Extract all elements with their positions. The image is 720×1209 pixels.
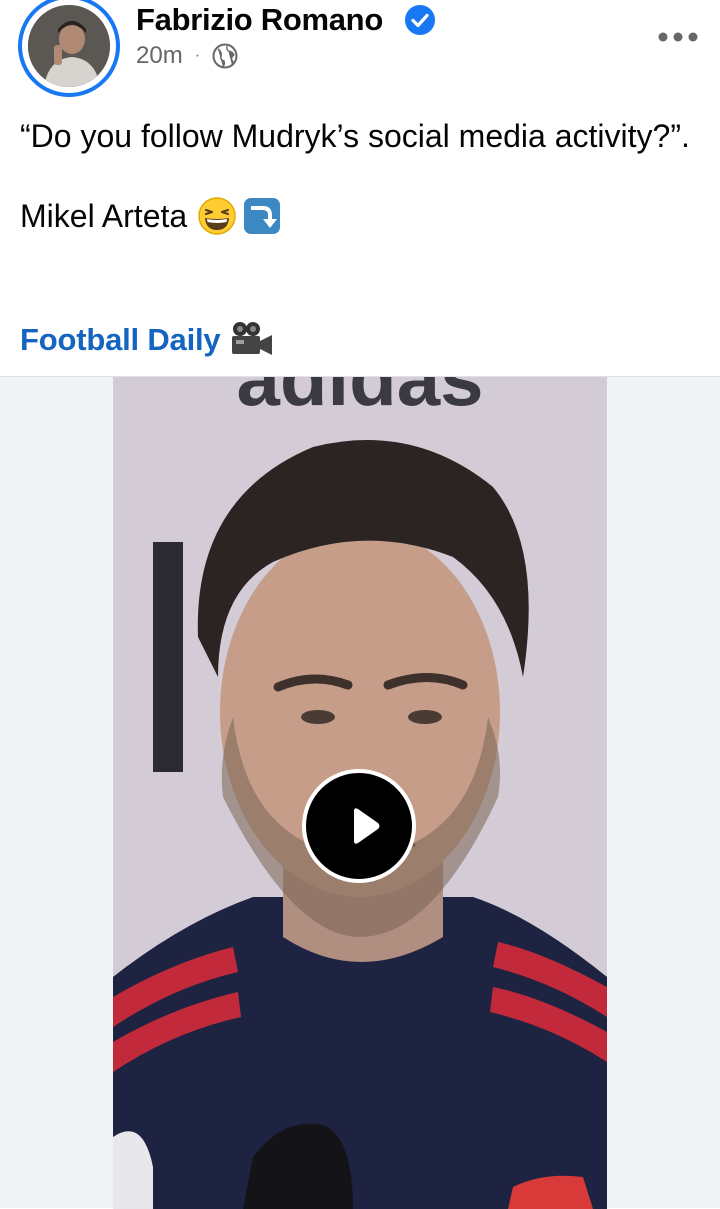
verified-badge-icon xyxy=(405,5,435,35)
movie-camera-icon xyxy=(232,322,273,355)
more-options-icon[interactable] xyxy=(657,30,699,44)
page-link-row: Football Daily xyxy=(20,320,274,360)
page-link-football-daily[interactable]: Football Daily xyxy=(20,322,221,358)
author-name[interactable]: Fabrizio Romano xyxy=(136,2,383,38)
meta-separator: · xyxy=(194,47,201,64)
post-header: Fabrizio Romano 20m · xyxy=(0,0,720,100)
post-timestamp[interactable]: 20m xyxy=(136,42,183,70)
avatar-photo xyxy=(28,5,110,87)
video-player[interactable]: adidas xyxy=(113,377,607,1209)
post-text-attribution: Mikel Arteta xyxy=(20,198,188,234)
post-body: “Do you follow Mudryk’s social media act… xyxy=(20,115,700,237)
arrow-curving-down-icon xyxy=(244,198,281,234)
post-meta: 20m · xyxy=(136,40,238,72)
globe-icon xyxy=(212,43,238,69)
play-button[interactable] xyxy=(302,769,416,883)
video-container: adidas xyxy=(0,376,720,1209)
profile-avatar[interactable] xyxy=(18,0,120,97)
post-text-quote: “Do you follow Mudryk’s social media act… xyxy=(20,118,690,154)
grinning-squinting-face-icon xyxy=(198,197,236,235)
backdrop-sponsor-text: adidas xyxy=(236,377,483,422)
play-icon xyxy=(354,808,380,844)
